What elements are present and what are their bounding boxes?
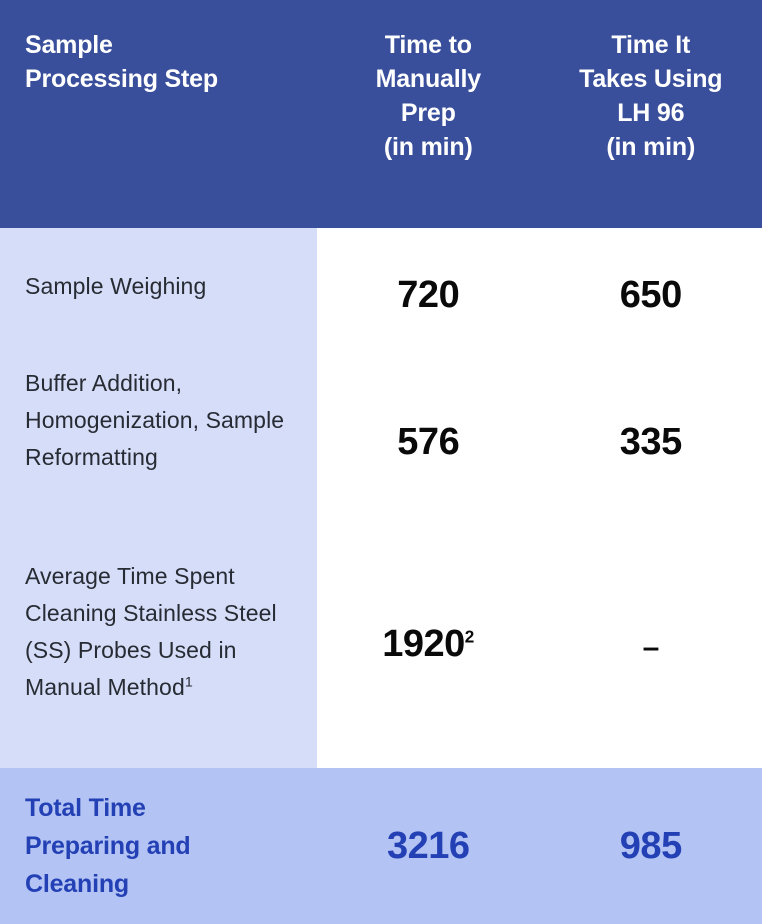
table-row: Average Time Spent Cleaning Stainless St… bbox=[25, 558, 303, 706]
column-header-processing-step: Sample Processing Step bbox=[0, 0, 317, 228]
value: 650 bbox=[619, 274, 682, 316]
column-header-line: (in min) bbox=[606, 133, 696, 161]
value: 576 bbox=[397, 421, 460, 463]
column-header-line: Takes Using bbox=[579, 65, 723, 93]
column-header-line: Manually bbox=[375, 65, 482, 93]
footnote-marker: 2 bbox=[464, 627, 475, 647]
column-header-line: Prep bbox=[400, 99, 456, 127]
value: 1920 bbox=[382, 623, 465, 665]
column-header-line: Sample bbox=[25, 31, 113, 59]
total-label-line: Total Time bbox=[25, 794, 146, 822]
table-row: Sample Weighing bbox=[25, 268, 303, 305]
step-label: Buffer Addition, Homogenization, Sample … bbox=[25, 370, 285, 470]
total-row: Total Time Preparing and Cleaning 3216 9… bbox=[0, 768, 762, 924]
column-header-line: Time to bbox=[384, 31, 472, 59]
column-header-manual-prep: Time to Manually Prep (in min) bbox=[317, 0, 540, 228]
value: – bbox=[642, 631, 660, 664]
footnote-marker: 1 bbox=[184, 674, 193, 691]
total-label-line: Cleaning bbox=[25, 870, 129, 898]
table-cell-value: 576 bbox=[317, 421, 540, 464]
table-cell-value-empty: – bbox=[540, 631, 762, 665]
value: 335 bbox=[619, 421, 682, 463]
value: 720 bbox=[397, 274, 460, 316]
column-header-line: (in min) bbox=[383, 133, 473, 161]
table-cell-value: 720 bbox=[317, 274, 540, 317]
step-label: Average Time Spent Cleaning Stainless St… bbox=[25, 563, 277, 700]
table-header-row: Sample Processing Step Time to Manually … bbox=[0, 0, 762, 228]
table-cell-value: 650 bbox=[540, 274, 762, 317]
column-header-line: LH 96 bbox=[617, 99, 685, 127]
comparison-table: Sample Processing Step Time to Manually … bbox=[0, 0, 762, 924]
column-header-line: Time It bbox=[611, 31, 691, 59]
column-header-lh96: Time It Takes Using LH 96 (in min) bbox=[540, 0, 762, 228]
column-header-line: Processing Step bbox=[25, 65, 218, 93]
total-label: Total Time Preparing and Cleaning bbox=[0, 789, 317, 903]
total-manual-prep-value: 3216 bbox=[386, 824, 470, 867]
total-lh96-value: 985 bbox=[619, 824, 682, 867]
table-cell-value: 19202 bbox=[317, 623, 540, 666]
step-label: Sample Weighing bbox=[25, 273, 207, 299]
table-row: Buffer Addition, Homogenization, Sample … bbox=[25, 365, 303, 476]
total-label-line: Preparing and bbox=[25, 832, 191, 860]
table-cell-value: 335 bbox=[540, 421, 762, 464]
